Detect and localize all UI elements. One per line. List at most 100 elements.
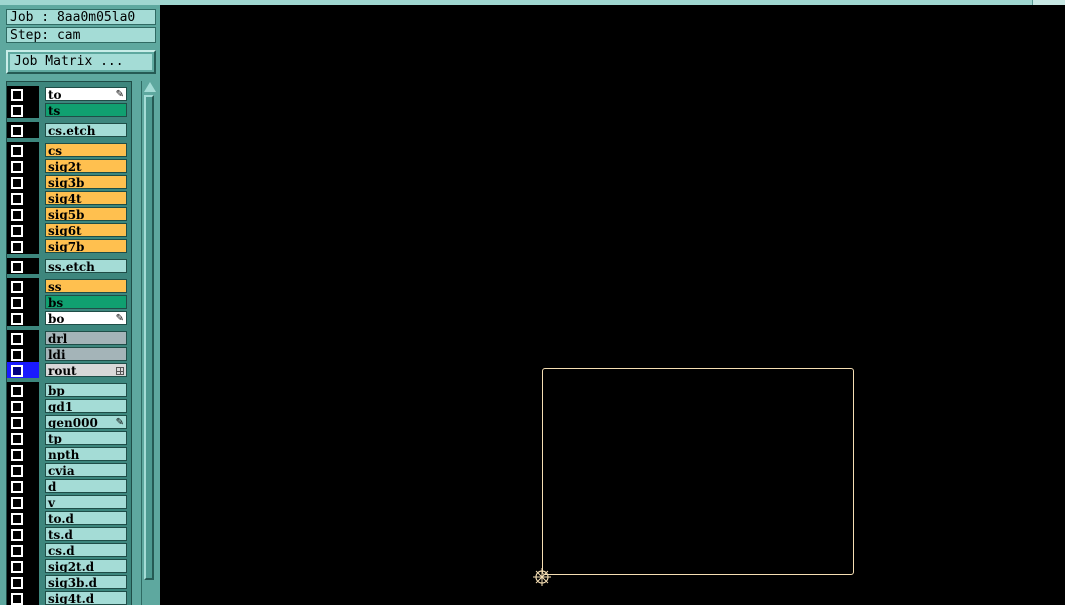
layer-row-sig6t[interactable]: sig6t [7, 222, 131, 238]
graphic-canvas[interactable] [160, 5, 1065, 605]
layer-affected-cell[interactable] [7, 190, 39, 206]
layer-row-bo[interactable]: bo ✎ [7, 310, 131, 326]
layer-row-cvia[interactable]: cvia [7, 462, 131, 478]
layer-name-label[interactable]: sig2t.d [45, 559, 127, 573]
layer-name-label[interactable]: ts [45, 103, 127, 117]
layer-affected-cell[interactable] [7, 102, 39, 118]
layer-checkbox[interactable] [11, 161, 23, 173]
layer-name-label[interactable]: tp [45, 431, 127, 445]
layer-affected-cell[interactable] [7, 398, 39, 414]
layer-affected-cell[interactable] [7, 430, 39, 446]
layer-row-drl[interactable]: drl [7, 330, 131, 346]
layer-affected-cell[interactable] [7, 526, 39, 542]
layer-row-cs-d[interactable]: cs.d [7, 542, 131, 558]
layer-name-label[interactable]: to ✎ [45, 87, 127, 101]
layer-affected-cell[interactable] [7, 362, 39, 378]
layer-row-ts-d[interactable]: ts.d [7, 526, 131, 542]
layer-row-sig3b[interactable]: sig3b [7, 174, 131, 190]
layer-row-v[interactable]: v [7, 494, 131, 510]
layer-affected-cell[interactable] [7, 446, 39, 462]
layer-affected-cell[interactable] [7, 510, 39, 526]
layer-checkbox[interactable] [11, 481, 23, 493]
layer-row-ss[interactable]: ss [7, 278, 131, 294]
layer-row-ss-etch[interactable]: ss.etch [7, 258, 131, 274]
layer-affected-cell[interactable] [7, 590, 39, 605]
layer-name-label[interactable]: drl [45, 331, 127, 345]
layer-affected-cell[interactable] [7, 222, 39, 238]
layer-list[interactable]: to ✎ ts cs.etch cs sig2t sig3b sig4t sig5b sig6t s… [6, 81, 132, 605]
layer-name-label[interactable]: sig3b.d [45, 575, 127, 589]
layer-checkbox[interactable] [11, 193, 23, 205]
layer-affected-cell[interactable] [7, 278, 39, 294]
layer-checkbox[interactable] [11, 241, 23, 253]
layer-name-label[interactable]: rout [45, 363, 127, 377]
layer-checkbox[interactable] [11, 349, 23, 361]
layer-row-sig3b-d[interactable]: sig3b.d [7, 574, 131, 590]
layer-checkbox[interactable] [11, 497, 23, 509]
layer-checkbox[interactable] [11, 105, 23, 117]
scroll-up-arrow-icon[interactable] [144, 82, 156, 92]
layer-affected-cell[interactable] [7, 294, 39, 310]
layer-checkbox[interactable] [11, 577, 23, 589]
layer-row-sig5b[interactable]: sig5b [7, 206, 131, 222]
layer-name-label[interactable]: bs [45, 295, 127, 309]
layer-list-scrollbar[interactable] [141, 81, 158, 605]
layer-checkbox[interactable] [11, 145, 23, 157]
layer-row-sig7b[interactable]: sig7b [7, 238, 131, 254]
layer-checkbox[interactable] [11, 545, 23, 557]
layer-checkbox[interactable] [11, 513, 23, 525]
layer-checkbox[interactable] [11, 281, 23, 293]
layer-name-label[interactable]: cs.etch [45, 123, 127, 137]
layer-name-label[interactable]: cs.d [45, 543, 127, 557]
layer-checkbox[interactable] [11, 89, 23, 101]
layer-name-label[interactable]: bp [45, 383, 127, 397]
layer-name-label[interactable]: bo ✎ [45, 311, 127, 325]
layer-checkbox[interactable] [11, 261, 23, 273]
layer-affected-cell[interactable] [7, 174, 39, 190]
layer-name-label[interactable]: ldi [45, 347, 127, 361]
layer-checkbox[interactable] [11, 449, 23, 461]
layer-name-label[interactable]: ss.etch [45, 259, 127, 273]
layer-row-gen000[interactable]: gen000 ✎ [7, 414, 131, 430]
layer-row-gd1[interactable]: gd1 [7, 398, 131, 414]
layer-name-label[interactable]: cvia [45, 463, 127, 477]
layer-name-label[interactable]: d [45, 479, 127, 493]
layer-row-ldi[interactable]: ldi [7, 346, 131, 362]
layer-row-sig4t[interactable]: sig4t [7, 190, 131, 206]
layer-checkbox[interactable] [11, 465, 23, 477]
layer-name-label[interactable]: sig2t [45, 159, 127, 173]
layer-affected-cell[interactable] [7, 310, 39, 326]
layer-row-tp[interactable]: tp [7, 430, 131, 446]
layer-name-label[interactable]: sig4t [45, 191, 127, 205]
layer-checkbox[interactable] [11, 529, 23, 541]
layer-affected-cell[interactable] [7, 86, 39, 102]
layer-name-label[interactable]: gd1 [45, 399, 127, 413]
layer-row-sig2t[interactable]: sig2t [7, 158, 131, 174]
layer-row-sig4t-d[interactable]: sig4t.d [7, 590, 131, 605]
layer-name-label[interactable]: sig4t.d [45, 591, 127, 605]
layer-name-label[interactable]: sig5b [45, 207, 127, 221]
layer-checkbox[interactable] [11, 177, 23, 189]
layer-checkbox[interactable] [11, 385, 23, 397]
layer-affected-cell[interactable] [7, 122, 39, 138]
layer-name-label[interactable]: sig6t [45, 223, 127, 237]
layer-checkbox[interactable] [11, 365, 23, 377]
layer-name-label[interactable]: sig3b [45, 175, 127, 189]
layer-affected-cell[interactable] [7, 258, 39, 274]
layer-affected-cell[interactable] [7, 574, 39, 590]
layer-row-cs[interactable]: cs [7, 142, 131, 158]
layer-row-to-d[interactable]: to.d [7, 510, 131, 526]
layer-affected-cell[interactable] [7, 206, 39, 222]
layer-row-to[interactable]: to ✎ [7, 86, 131, 102]
layer-row-ts[interactable]: ts [7, 102, 131, 118]
layer-affected-cell[interactable] [7, 494, 39, 510]
layer-checkbox[interactable] [11, 333, 23, 345]
job-matrix-button[interactable]: Job Matrix ... [6, 50, 156, 74]
layer-name-label[interactable]: npth [45, 447, 127, 461]
scrollbar-thumb[interactable] [144, 95, 154, 580]
layer-affected-cell[interactable] [7, 330, 39, 346]
layer-affected-cell[interactable] [7, 462, 39, 478]
layer-affected-cell[interactable] [7, 478, 39, 494]
layer-row-rout[interactable]: rout [7, 362, 131, 378]
layer-row-npth[interactable]: npth [7, 446, 131, 462]
